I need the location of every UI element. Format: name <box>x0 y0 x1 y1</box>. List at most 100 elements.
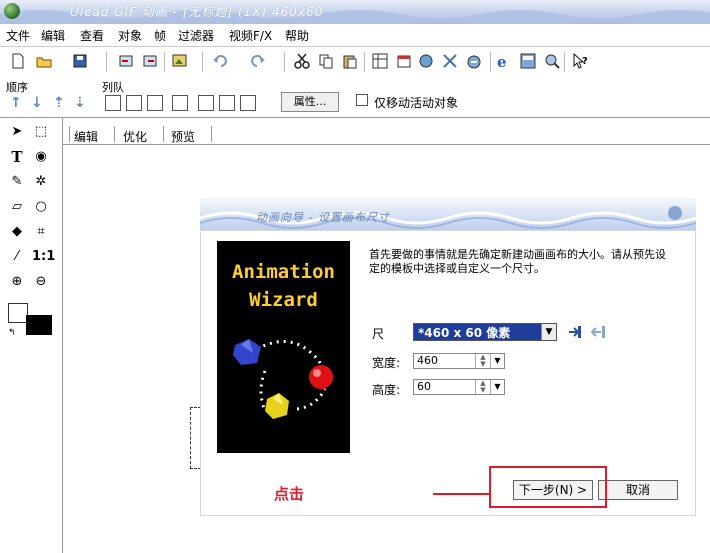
queue-label: 列队 <box>102 81 124 94</box>
paste-icon[interactable] <box>342 53 358 69</box>
align-bottom-icon[interactable] <box>172 95 188 111</box>
brush-tool-icon[interactable]: ✎ <box>8 173 26 191</box>
undo-icon[interactable] <box>212 53 228 69</box>
cancel-button[interactable]: 取消 <box>598 480 678 500</box>
text-tool-icon[interactable]: T <box>8 148 26 166</box>
align-right-icon[interactable] <box>147 95 163 111</box>
order-label: 顺序 <box>6 81 28 94</box>
pick-tool-icon[interactable]: ➤ <box>8 123 26 141</box>
width-spinner-icon[interactable]: ▲ ▼ <box>475 354 490 368</box>
animation-wizard-dialog: 动画向导 - 设置画布尺寸 Animation Wizard 首先要做的事情就是… <box>200 198 696 516</box>
dialog-title: 动画向导 - 设置画布尺寸 <box>256 211 390 224</box>
toolbar-separator <box>106 52 107 72</box>
menu-video-fx[interactable]: 视频F/X <box>229 27 272 44</box>
play-tool-icon[interactable]: ◉ <box>32 148 50 166</box>
main-toolbar: e ? <box>0 46 710 78</box>
width-input[interactable]: 460 ▲ ▼ ▼ <box>413 353 505 369</box>
foreground-color-swatch[interactable] <box>26 315 52 335</box>
new-file-icon[interactable] <box>10 53 26 69</box>
zoom-in-icon[interactable]: ⊕ <box>8 273 26 291</box>
layout-icon[interactable] <box>520 53 536 69</box>
remove-preset-icon[interactable] <box>591 324 607 340</box>
globe-tag-icon[interactable] <box>418 53 434 69</box>
eraser-tool-icon[interactable]: ▱ <box>8 198 26 216</box>
menu-file[interactable]: 文件 <box>6 27 30 44</box>
move-up-icon[interactable]: ↑ <box>10 95 22 111</box>
menu-edit[interactable]: 编辑 <box>41 27 65 44</box>
intro-text: 首先要做的事情就是先确定新建动画画布的大小。请从预先设定的模板中选择或自定义一个… <box>369 248 666 275</box>
menu-frame[interactable]: 帧 <box>154 27 166 44</box>
height-spinner-icon[interactable]: ▲ ▼ <box>475 380 490 394</box>
distribute-h-icon[interactable] <box>198 95 214 111</box>
width-label: 宽度: <box>372 356 401 370</box>
open-folder-icon[interactable] <box>36 53 52 69</box>
chevron-down-icon[interactable]: ▼ <box>490 380 504 394</box>
move-top-icon[interactable]: ⇡ <box>53 95 65 111</box>
toolbox: ➤ ⬚ T ◉ ✎ ✲ ▱ ○ ◆ ⌗ ⁄ 1:1 ⊕ ⊖ ↰ <box>0 118 63 553</box>
actual-size-icon[interactable]: 1:1 <box>32 248 55 266</box>
align-center-icon[interactable] <box>126 95 142 111</box>
menu-help[interactable]: 帮助 <box>285 27 309 44</box>
menu-view[interactable]: 查看 <box>80 27 104 44</box>
save-icon[interactable] <box>72 53 88 69</box>
move-active-only-label: 仅移动活动对象 <box>374 96 459 110</box>
optimize-icon[interactable] <box>466 53 482 69</box>
wizard-illustration: Animation Wizard <box>217 241 350 453</box>
marquee-tool-icon[interactable]: ⬚ <box>32 123 50 141</box>
properties-button[interactable]: 属性... <box>281 92 339 112</box>
chevron-down-icon[interactable]: ▼ <box>490 354 504 368</box>
distribute-grid-icon[interactable] <box>240 95 256 111</box>
move-bottom-icon[interactable]: ⇣ <box>74 95 86 111</box>
chevron-down-icon[interactable]: ▼ <box>541 324 556 340</box>
wizard-title-line1: Animation <box>232 261 335 283</box>
add-preset-icon[interactable] <box>567 324 583 340</box>
calendar-icon[interactable] <box>396 53 412 69</box>
swap-colors-icon[interactable]: ↰ <box>8 328 16 338</box>
frame-panel-icon[interactable] <box>372 53 388 69</box>
view-tabs: 编辑 优化 预览 <box>63 124 710 145</box>
distribute-v-icon[interactable] <box>219 95 235 111</box>
height-label: 高度: <box>372 383 401 397</box>
move-down-icon[interactable]: ↓ <box>31 95 43 111</box>
width-value: 460 <box>417 354 438 367</box>
svg-text:?: ? <box>582 56 588 67</box>
ellipse-select-icon[interactable]: ○ <box>32 198 50 216</box>
crop-icon[interactable] <box>442 53 458 69</box>
next-button-highlight <box>489 466 607 508</box>
move-active-only-checkbox[interactable] <box>356 94 368 106</box>
align-left-icon[interactable] <box>105 95 121 111</box>
redo-icon[interactable] <box>250 53 266 69</box>
export-icon[interactable] <box>142 53 158 69</box>
tab-separator <box>163 126 164 142</box>
menu-bar: 文件 编辑 查看 对象 帧 过滤器 视频F/X 帮助 <box>0 24 710 44</box>
tab-optimize[interactable]: 优化 <box>123 128 147 145</box>
menu-filter[interactable]: 过滤器 <box>178 27 214 44</box>
context-help-icon[interactable]: ? <box>572 53 588 69</box>
browser-preview-icon[interactable]: e <box>496 53 512 69</box>
copy-icon[interactable] <box>318 53 334 69</box>
title-bar: Ulead GIF 动画 - [无标题] (1X) 460x60 <box>0 0 710 24</box>
canvas-size-dropdown[interactable]: *460 x 60 像素 ▼ <box>413 323 557 341</box>
annotation-pointer-line <box>433 493 489 495</box>
apple-icon <box>668 206 682 220</box>
eyedropper-tool-icon[interactable]: ⁄ <box>8 248 26 266</box>
cut-icon[interactable] <box>294 53 310 69</box>
tab-preview[interactable]: 预览 <box>171 128 195 145</box>
tab-separator <box>114 126 115 142</box>
app-icon[interactable] <box>4 3 20 19</box>
web-search-icon[interactable] <box>544 53 560 69</box>
tab-edit[interactable]: 编辑 <box>74 128 98 145</box>
image-editor-icon[interactable] <box>172 53 188 69</box>
toolbar-separator <box>364 52 365 72</box>
dialog-title-bar: 动画向导 - 设置画布尺寸 <box>200 198 696 230</box>
menu-object[interactable]: 对象 <box>118 27 142 44</box>
lasso-tool-icon[interactable]: ✲ <box>32 173 50 191</box>
zoom-out-icon[interactable]: ⊖ <box>32 273 50 291</box>
crop-tool-icon[interactable]: ⌗ <box>32 223 50 241</box>
import-icon[interactable] <box>118 53 134 69</box>
height-input[interactable]: 60 ▲ ▼ ▼ <box>413 379 505 395</box>
height-value: 60 <box>417 380 431 393</box>
fill-tool-icon[interactable]: ◆ <box>8 223 26 241</box>
toolbar-separator <box>164 52 165 72</box>
background-color-swatch[interactable] <box>8 303 28 323</box>
